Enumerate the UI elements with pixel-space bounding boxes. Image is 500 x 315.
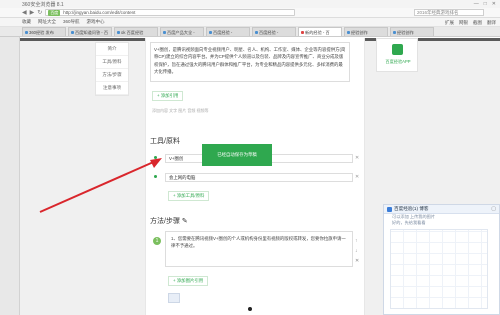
arrow-head [150,158,162,168]
chat-icon [387,206,392,212]
app-qr-icon [392,44,403,55]
app-promo-panel[interactable]: 百度经验APP [376,38,418,72]
chat-body [390,229,488,309]
arrow-line [39,159,159,213]
chat-close-icon[interactable]: ▢ [491,206,496,212]
chat-header: 百度经验(1) 博客 [384,205,499,214]
app-promo-label: 百度经验APP [385,59,411,64]
chat-line: 好的，先给我看看 [392,220,426,225]
chat-title: 百度经验(1) 博客 [394,206,429,211]
chat-popup: 百度经验(1) 博客 ▢ 可以添加 上传我的图片 好的，先给我看看 [383,204,500,315]
